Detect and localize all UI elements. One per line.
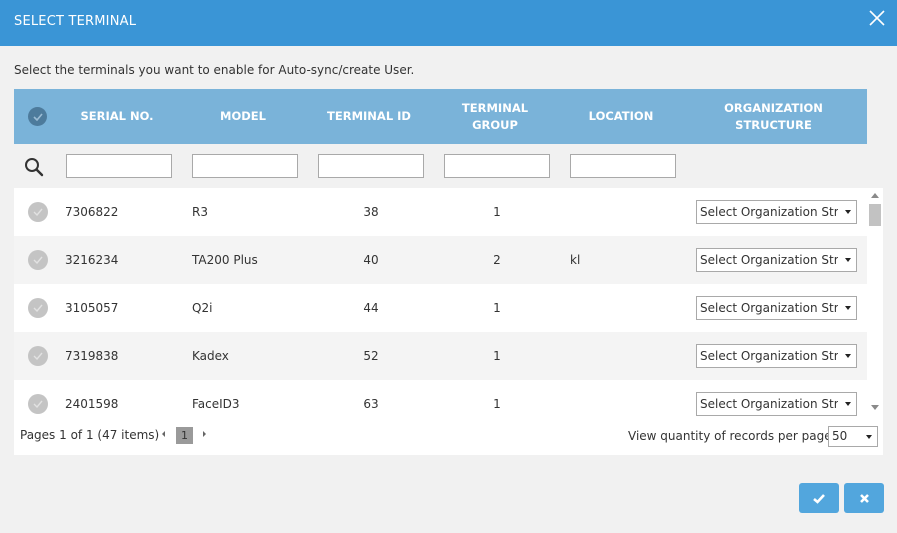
row-checkbox[interactable]	[28, 346, 48, 366]
row-checkbox[interactable]	[28, 394, 48, 414]
cell-terminal-id: 38	[363, 205, 379, 219]
check-icon	[813, 493, 825, 504]
page-button-current[interactable]: 1	[176, 427, 193, 444]
cell-serial-no: 3105057	[65, 301, 119, 315]
column-header-terminal-group-line1: TERMINAL	[461, 100, 529, 115]
org-structure-select[interactable]: Select Organization Structure	[696, 296, 857, 320]
column-header-organization-structure[interactable]: ORGANIZATION STRUCTURE	[690, 89, 857, 144]
terminal-list: 7306822 R3 38 1 Select Organization Stru…	[14, 188, 867, 428]
x-icon	[859, 493, 869, 503]
column-header-location[interactable]: LOCATION	[568, 89, 674, 144]
check-icon	[32, 112, 43, 121]
instructions-text: Select the terminals you want to enable …	[14, 63, 415, 77]
cell-terminal-group: 1	[493, 301, 501, 315]
chevron-right-icon[interactable]	[200, 429, 208, 439]
check-icon	[33, 256, 43, 264]
filter-serial-no-input[interactable]	[66, 154, 172, 178]
org-structure-select-value: Select Organization Structure	[700, 205, 838, 219]
filter-terminal-id-input[interactable]	[318, 154, 424, 178]
chevron-down-icon	[866, 435, 872, 439]
row-checkbox[interactable]	[28, 250, 48, 270]
cell-serial-no: 3216234	[65, 253, 119, 267]
filter-model-input[interactable]	[192, 154, 298, 178]
column-header-model[interactable]: MODEL	[190, 89, 296, 144]
column-header-terminal-group-line2: GROUP	[472, 117, 518, 132]
org-structure-select[interactable]: Select Organization Structure	[696, 200, 857, 224]
check-icon	[33, 208, 43, 216]
column-header-terminal-group[interactable]: TERMINAL GROUP	[442, 89, 548, 144]
chevron-down-icon	[845, 258, 851, 262]
chevron-down-icon	[845, 306, 851, 310]
cancel-button[interactable]	[844, 483, 884, 513]
check-icon	[33, 352, 43, 360]
chevron-left-icon[interactable]	[160, 429, 168, 439]
dialog-header: SELECT TERMINAL	[0, 0, 897, 46]
confirm-button[interactable]	[799, 483, 839, 513]
table-row[interactable]: 7319838 Kadex 52 1 Select Organization S…	[14, 332, 867, 380]
per-page-label: View quantity of records per page	[628, 429, 832, 443]
cell-terminal-id: 52	[363, 349, 379, 363]
cell-model: Q2i	[192, 301, 213, 315]
grid-header: SERIAL NO. MODEL TERMINAL ID TERMINAL GR…	[14, 89, 867, 144]
org-structure-select[interactable]: Select Organization Structure	[696, 248, 857, 272]
cell-serial-no: 7319838	[65, 349, 119, 363]
cell-terminal-group: 1	[493, 205, 501, 219]
cell-model: Kadex	[192, 349, 229, 363]
org-structure-select-value: Select Organization Structure	[700, 397, 838, 411]
column-header-terminal-id[interactable]: TERMINAL ID	[316, 89, 422, 144]
org-structure-select-value: Select Organization Structure	[700, 301, 838, 315]
cell-model: R3	[192, 205, 208, 219]
table-row[interactable]: 3216234 TA200 Plus 40 2 kl Select Organi…	[14, 236, 867, 284]
org-structure-select[interactable]: Select Organization Structure	[696, 344, 857, 368]
org-structure-select[interactable]: Select Organization Structure	[696, 392, 857, 416]
cell-model: TA200 Plus	[192, 253, 258, 267]
scroll-up-icon[interactable]	[871, 193, 879, 198]
per-page-select[interactable]: 50	[828, 426, 878, 447]
check-icon	[33, 304, 43, 312]
cell-location: kl	[570, 253, 581, 267]
vertical-scrollbar[interactable]	[867, 188, 883, 416]
org-structure-select-value: Select Organization Structure	[700, 253, 838, 267]
cell-terminal-group: 2	[493, 253, 501, 267]
filter-row	[14, 144, 867, 188]
table-row[interactable]: 3105057 Q2i 44 1 Select Organization Str…	[14, 284, 867, 332]
close-icon[interactable]	[868, 9, 886, 27]
search-icon	[25, 158, 44, 177]
cell-terminal-id: 40	[363, 253, 379, 267]
cell-terminal-id: 44	[363, 301, 379, 315]
filter-location-input[interactable]	[570, 154, 676, 178]
column-header-serial-no[interactable]: SERIAL NO.	[64, 89, 170, 144]
org-structure-select-value: Select Organization Structure	[700, 349, 838, 363]
pager: Pages 1 of 1 (47 items) 1 View quantity …	[14, 416, 883, 455]
dialog-title: SELECT TERMINAL	[14, 14, 137, 29]
pager-info: Pages 1 of 1 (47 items)	[20, 428, 160, 442]
per-page-value: 50	[832, 429, 848, 443]
row-checkbox[interactable]	[28, 298, 48, 318]
row-checkbox[interactable]	[28, 202, 48, 222]
chevron-down-icon	[845, 402, 851, 406]
chevron-down-icon	[845, 210, 851, 214]
scrollbar-thumb[interactable]	[869, 204, 881, 226]
filter-terminal-group-input[interactable]	[444, 154, 550, 178]
select-all-checkbox[interactable]	[28, 107, 47, 126]
table-row[interactable]: 7306822 R3 38 1 Select Organization Stru…	[14, 188, 867, 236]
check-icon	[33, 400, 43, 408]
cell-terminal-group: 1	[493, 349, 501, 363]
scroll-down-icon[interactable]	[871, 405, 879, 410]
cell-serial-no: 7306822	[65, 205, 119, 219]
chevron-down-icon	[845, 354, 851, 358]
